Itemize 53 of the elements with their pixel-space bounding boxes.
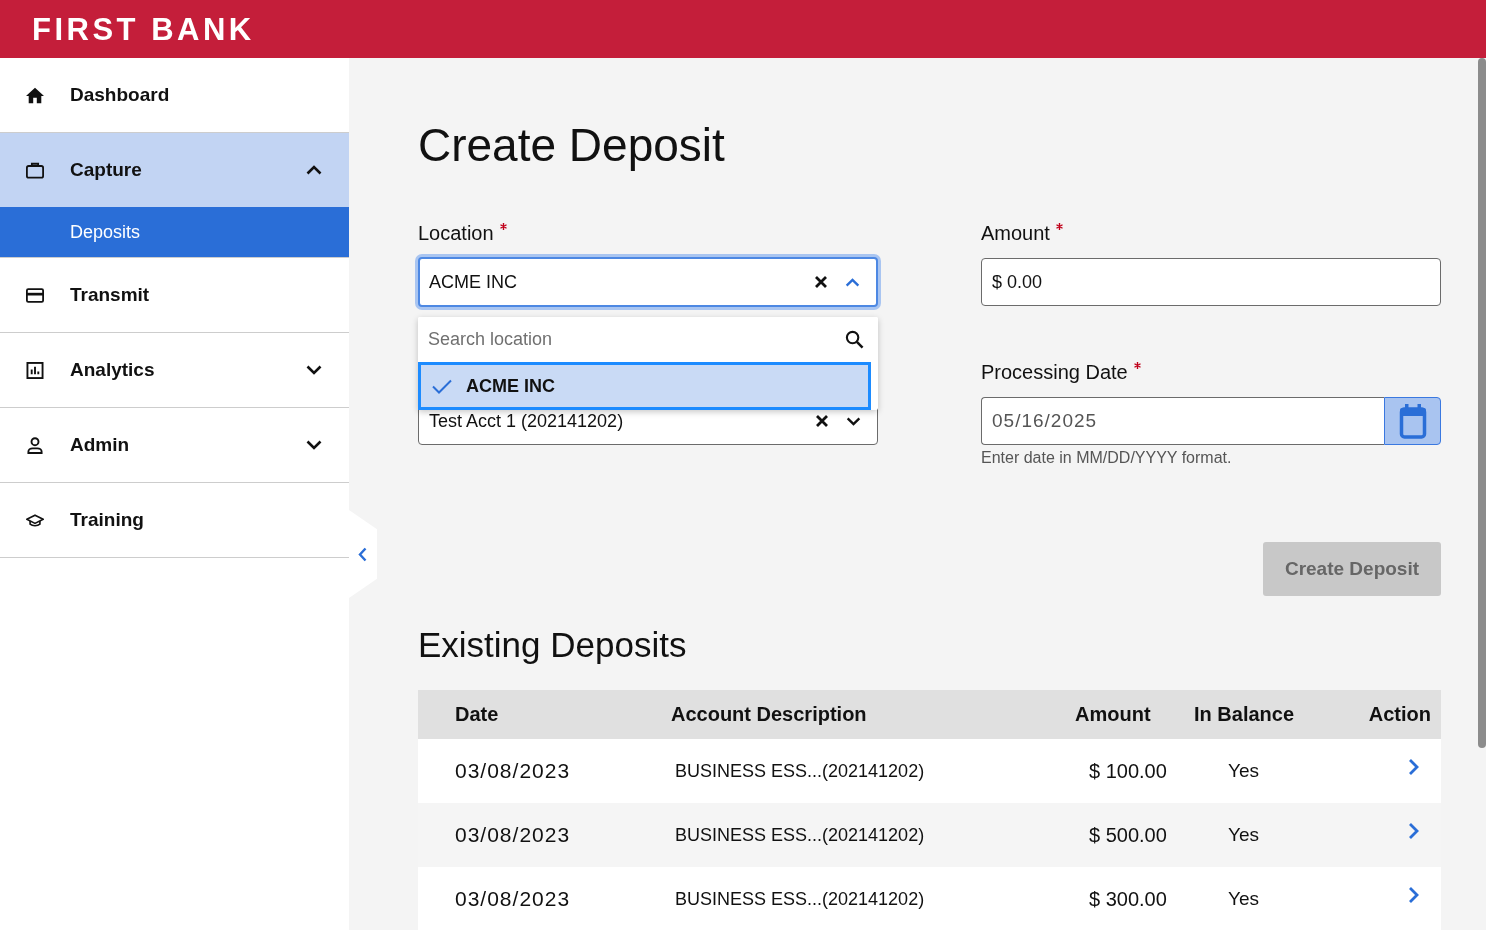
search-icon[interactable]	[845, 330, 864, 349]
table-cell-text: Yes	[1227, 888, 1260, 910]
sidebar-subitem[interactable]: Deposits	[0, 207, 349, 257]
sidebar-item[interactable]: Analytics	[0, 333, 349, 407]
logo[interactable]: FIRST BANK	[32, 13, 255, 45]
dropdown-option[interactable]: ACME INC	[418, 362, 871, 410]
home-icon	[26, 86, 44, 104]
table-cell-text: 03/08/2023	[454, 759, 572, 783]
chevron-right-icon[interactable]	[1408, 886, 1419, 904]
column-header: Action	[1367, 703, 1432, 726]
search-field[interactable]: Search location	[418, 317, 878, 362]
table-cell-text: 03/08/2023	[454, 887, 572, 911]
sidebar-item[interactable]: Capture	[0, 133, 349, 207]
chevron-left-icon	[357, 546, 367, 562]
field-label: Amount	[981, 221, 1050, 245]
sidebar-item[interactable]: Admin	[0, 408, 349, 482]
column-header: Date	[454, 703, 500, 726]
column-header: In Balance	[1193, 703, 1296, 726]
column-header: Account Description	[670, 703, 868, 726]
calendar-icon	[1397, 403, 1428, 439]
field-label: Processing Date	[981, 360, 1128, 384]
table-cell-text: BUSINESS ESS...(202141202)	[674, 760, 926, 782]
column-header: Amount	[1074, 703, 1152, 726]
dropdown-menu[interactable]: Search location ACME INC	[418, 317, 878, 410]
section-title: Existing Deposits	[418, 624, 688, 666]
table-cell-text: Yes	[1227, 824, 1260, 846]
table-cell-text: BUSINESS ESS...(202141202)	[674, 888, 926, 910]
table-cell-text: $ 300.00	[1088, 887, 1168, 911]
location-select[interactable]: ACME INC	[418, 257, 878, 307]
clear-icon[interactable]	[815, 276, 827, 288]
clear-icon[interactable]	[816, 415, 828, 427]
briefcase-icon	[26, 161, 44, 179]
sidebar-item[interactable]: Training	[0, 483, 349, 557]
table-cell-text: 03/08/2023	[454, 823, 572, 847]
sidebar-item[interactable]: Dashboard	[0, 58, 349, 132]
check-icon	[432, 378, 452, 394]
scrollbar-thumb[interactable]	[1478, 58, 1486, 748]
sidebar-item[interactable]: Transmit	[0, 258, 349, 332]
field-label: Location	[418, 221, 494, 245]
date-field[interactable]: 05/16/2025	[981, 397, 1384, 445]
page-title: Create Deposit	[418, 118, 726, 172]
amount-field[interactable]: $ 0.00	[981, 258, 1441, 306]
table-cell-text: BUSINESS ESS...(202141202)	[674, 824, 926, 846]
chevron-right-icon[interactable]	[1408, 758, 1419, 776]
chevron-right-icon[interactable]	[1408, 822, 1419, 840]
table-cell-text: Yes	[1227, 760, 1260, 782]
person-icon	[26, 436, 44, 454]
table-cell-text: $ 500.00	[1088, 823, 1168, 847]
card-icon	[26, 286, 44, 304]
hint-text: Enter date in MM/DD/YYYY format.	[981, 449, 1232, 467]
bar-chart-icon	[26, 361, 44, 379]
calendar-button[interactable]	[1384, 397, 1441, 445]
table-cell-text: $ 100.00	[1088, 759, 1168, 783]
